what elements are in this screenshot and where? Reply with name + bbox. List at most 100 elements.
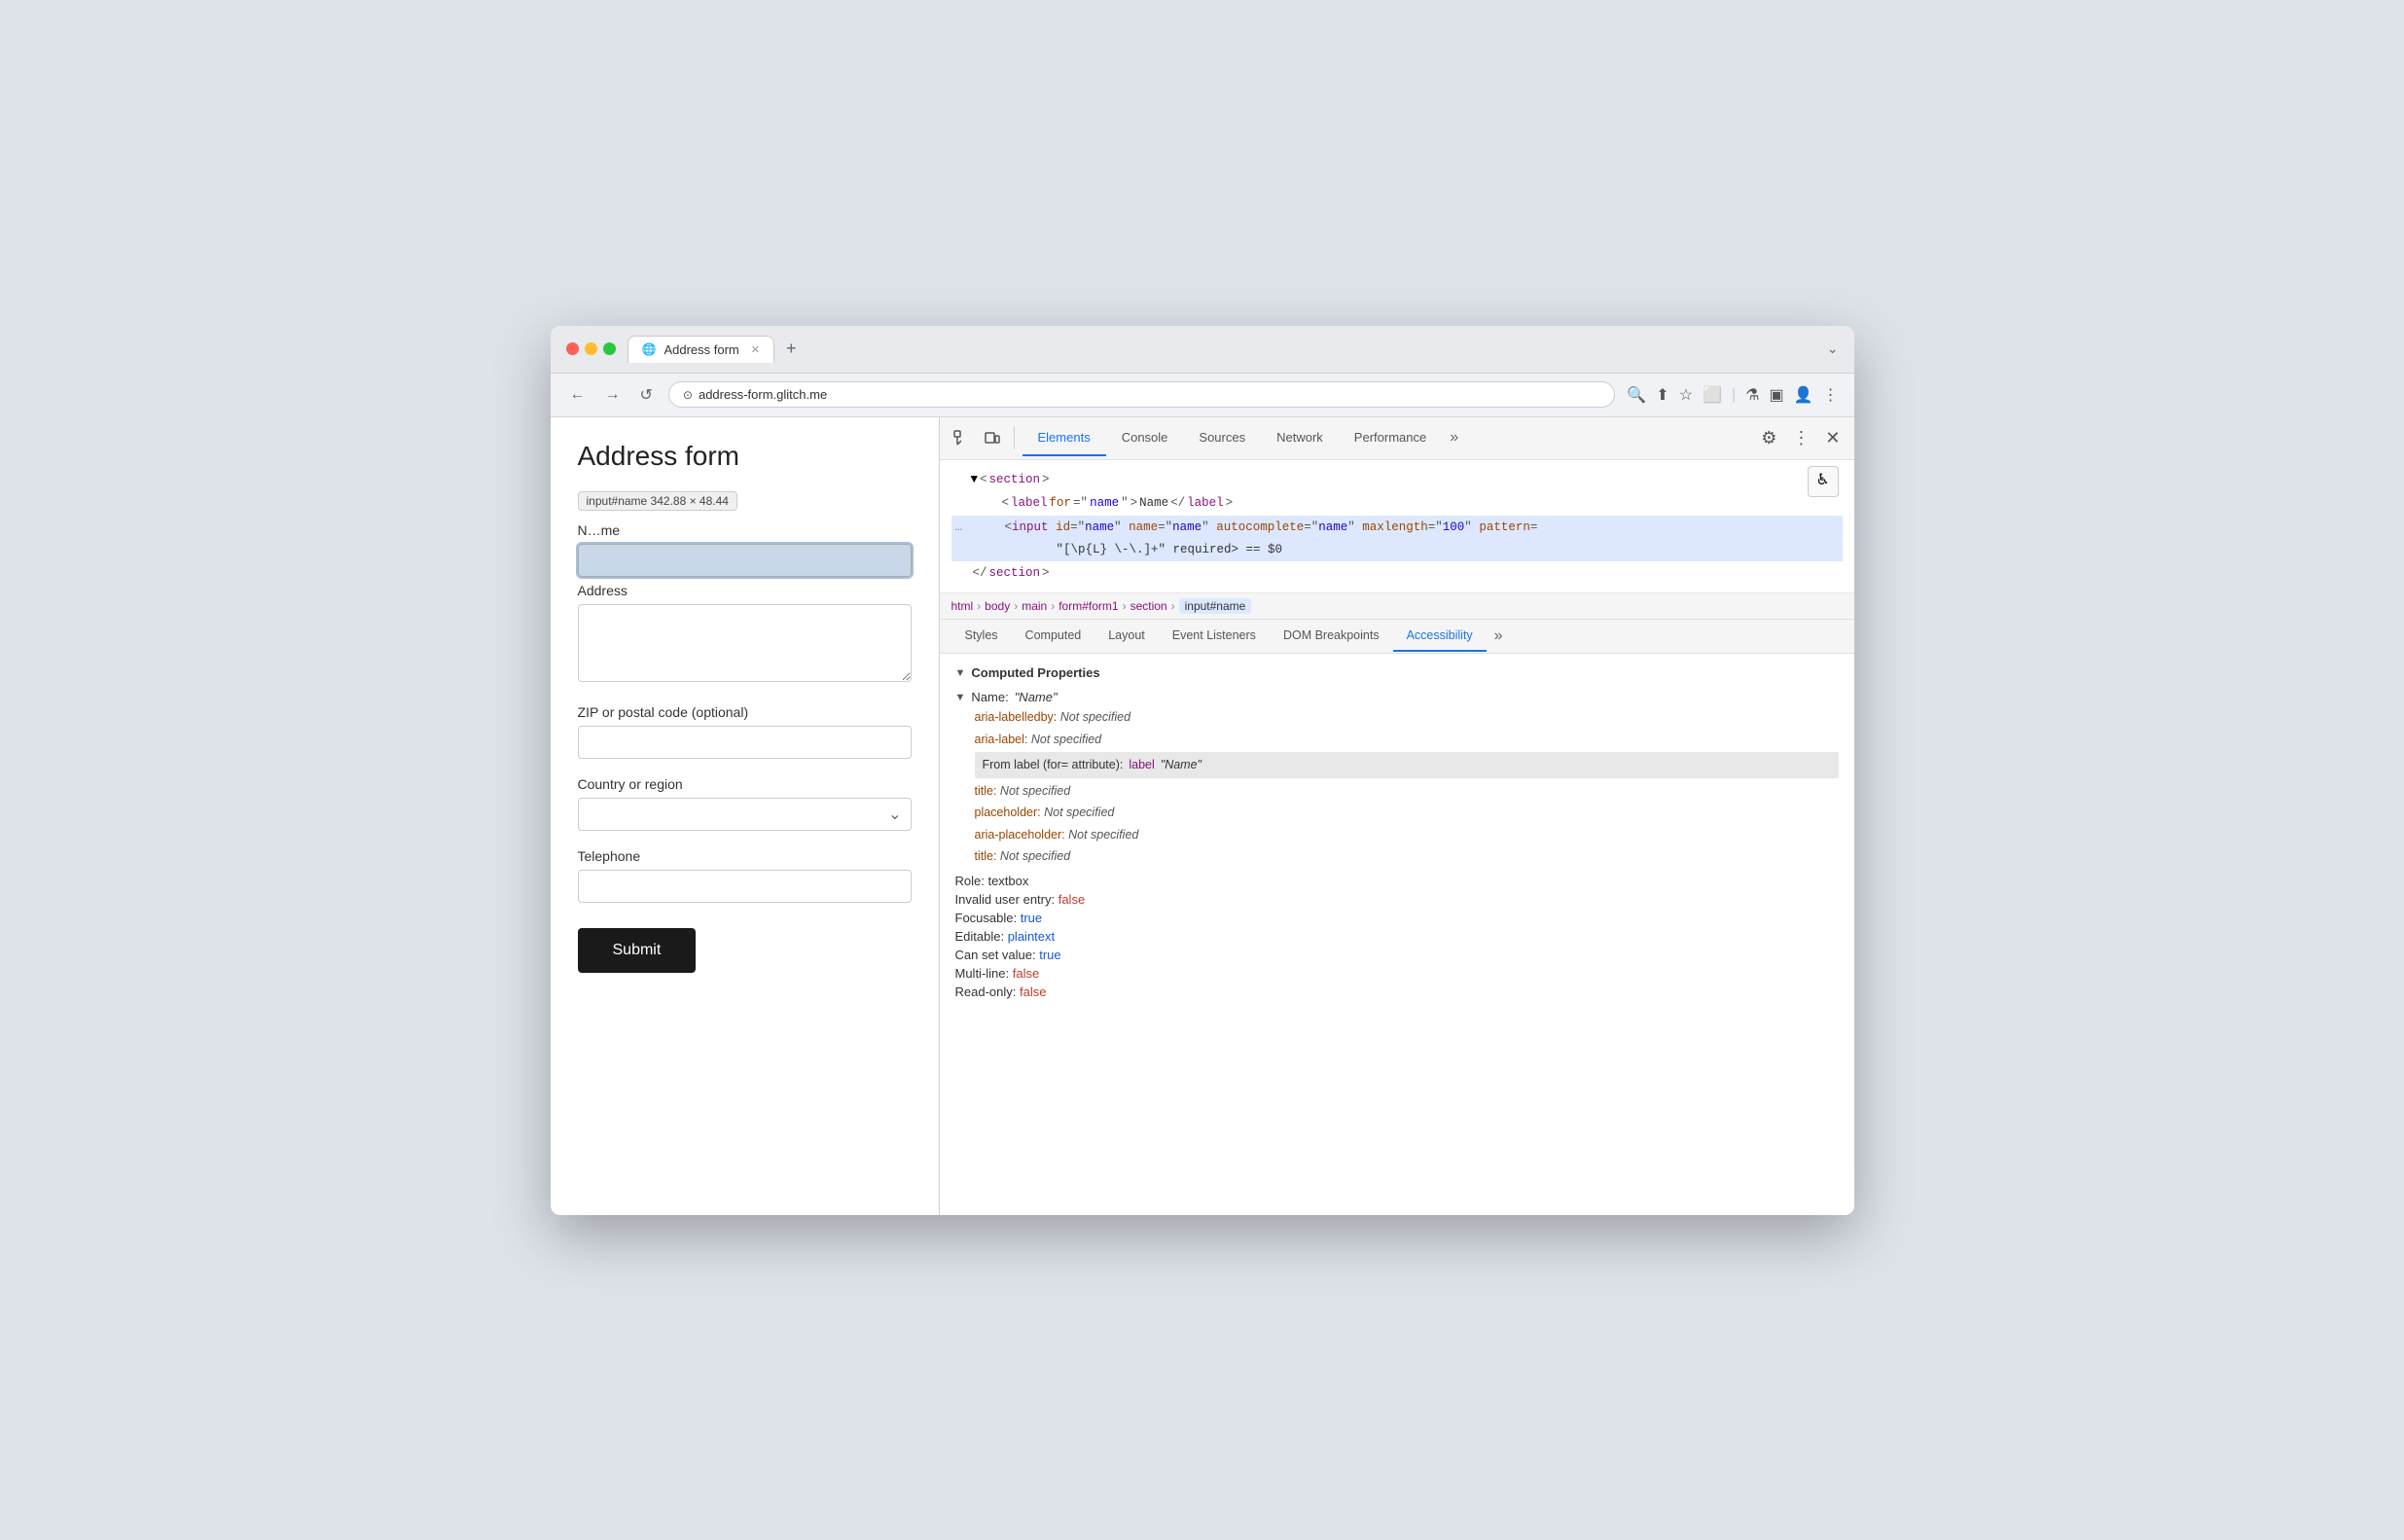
name-label: N…me	[578, 522, 912, 538]
role-value: textbox	[987, 874, 1028, 888]
breadcrumb-section[interactable]: section	[1130, 599, 1167, 613]
name-value: "Name"	[1015, 690, 1058, 704]
breadcrumb-form[interactable]: form#form1	[1058, 599, 1118, 613]
multiline-value: false	[1013, 966, 1039, 981]
submit-button[interactable]: Submit	[578, 928, 697, 973]
name-section: input#name 342.88 × 48.44 N…me	[578, 491, 912, 577]
elements-panel: ♿ ▼ <section> <label for="name">Name</la…	[940, 460, 1854, 594]
bookmark-icon[interactable]: ☆	[1679, 385, 1693, 405]
breadcrumb-body[interactable]: body	[985, 599, 1010, 613]
accessibility-panel: ▼ Computed Properties ▼ Name: "Name" ari…	[940, 654, 1854, 1215]
breadcrumb-bar: html › body › main › form#form1 › sectio…	[940, 593, 1854, 620]
expand-arrow-icon: ▼	[955, 667, 966, 679]
tab-event-listeners[interactable]: Event Listeners	[1159, 621, 1270, 652]
invalid-row: Invalid user entry: false	[955, 892, 1839, 907]
new-tab-button[interactable]: +	[778, 339, 805, 359]
multiline-row: Multi-line: false	[955, 966, 1839, 981]
tab-sources[interactable]: Sources	[1183, 420, 1261, 456]
computed-props-header[interactable]: ▼ Computed Properties	[955, 665, 1839, 680]
forward-button[interactable]: →	[601, 382, 625, 408]
tab-favicon-icon: 🌐	[642, 342, 657, 356]
profiles-icon[interactable]: ▣	[1769, 385, 1783, 405]
tab-elements[interactable]: Elements	[1023, 420, 1106, 456]
tree-input-highlighted[interactable]: … <input id="name" name="name" autocompl…	[951, 516, 1843, 540]
url-text: address-form.glitch.me	[699, 387, 1600, 402]
aria-labelledby-row: aria-labelledby: Not specified	[975, 706, 1839, 729]
tree-section-open[interactable]: ▼ <section>	[951, 468, 1843, 492]
country-label: Country or region	[578, 776, 912, 792]
url-bar[interactable]: ⊙ address-form.glitch.me	[668, 381, 1615, 408]
devtools-settings-icon[interactable]: ⚙	[1755, 424, 1782, 452]
webpage-pane: Address form input#name 342.88 × 48.44 N…	[551, 417, 940, 1215]
computed-props-title: Computed Properties	[971, 665, 1099, 680]
focusable-value: true	[1021, 911, 1042, 925]
title-bar: 🌐 Address form ✕ + ⌄	[551, 326, 1854, 374]
placeholder-row: placeholder: Not specified	[975, 802, 1839, 824]
role-row: Role: textbox	[955, 874, 1839, 888]
telephone-input[interactable]	[578, 870, 912, 903]
telephone-label: Telephone	[578, 848, 912, 864]
can-set-value: true	[1039, 948, 1060, 962]
country-select[interactable]	[578, 798, 912, 831]
zip-label: ZIP or postal code (optional)	[578, 704, 912, 720]
page-title: Address form	[578, 441, 912, 472]
refresh-button[interactable]: ↺	[636, 381, 657, 409]
country-group: Country or region ⌄	[578, 776, 912, 831]
aria-placeholder-row: aria-placeholder: Not specified	[975, 824, 1839, 846]
tab-console[interactable]: Console	[1106, 420, 1184, 456]
breadcrumb-main[interactable]: main	[1022, 599, 1047, 613]
back-button[interactable]: ←	[566, 382, 590, 408]
devtools-more-icon[interactable]: ⋮	[1786, 424, 1815, 452]
tooltip-badge: input#name 342.88 × 48.44	[578, 491, 737, 511]
address-bar: ← → ↺ ⊙ address-form.glitch.me 🔍 ⬆ ☆ ⬜ |…	[551, 374, 1854, 417]
device-toggle-icon[interactable]	[979, 424, 1006, 451]
address-input[interactable]	[578, 604, 912, 682]
tab-dom-breakpoints[interactable]: DOM Breakpoints	[1270, 621, 1393, 652]
bottom-tabs: Styles Computed Layout Event Listeners D…	[940, 620, 1854, 654]
devtools-icon[interactable]: ⚗	[1745, 385, 1759, 405]
zip-input[interactable]	[578, 726, 912, 759]
user-icon[interactable]: 👤	[1794, 385, 1813, 405]
tab-layout[interactable]: Layout	[1094, 621, 1159, 652]
name-prop-row[interactable]: ▼ Name: "Name"	[955, 690, 1839, 704]
devtools-tabs: Elements Console Sources Network Perform…	[1023, 420, 1752, 456]
search-icon[interactable]: 🔍	[1627, 385, 1646, 405]
name-input[interactable]	[578, 544, 912, 577]
tree-label[interactable]: <label for="name">Name</label>	[951, 491, 1843, 516]
share-icon[interactable]: ⬆	[1656, 385, 1668, 405]
breadcrumb-html[interactable]: html	[951, 599, 974, 613]
more-tabs-icon[interactable]: »	[1442, 429, 1466, 447]
toolbar-actions: 🔍 ⬆ ☆ ⬜ | ⚗ ▣ 👤 ⋮	[1627, 385, 1838, 405]
close-button[interactable]	[566, 342, 579, 355]
tab-expand-icon[interactable]: ⌄	[1827, 340, 1839, 357]
from-label-text: From label (for= attribute):	[983, 754, 1124, 776]
traffic-lights	[566, 342, 616, 355]
tab-close-icon[interactable]: ✕	[751, 343, 760, 356]
main-area: Address form input#name 342.88 × 48.44 N…	[551, 417, 1854, 1215]
secure-icon: ⊙	[683, 388, 693, 402]
name-key: Name:	[971, 690, 1008, 704]
tab-accessibility[interactable]: Accessibility	[1393, 621, 1487, 652]
menu-icon[interactable]: ⋮	[1823, 385, 1839, 405]
invalid-value: false	[1058, 892, 1085, 907]
tab-computed[interactable]: Computed	[1012, 621, 1095, 652]
tab-performance[interactable]: Performance	[1339, 420, 1442, 456]
editable-row: Editable: plaintext	[955, 929, 1839, 944]
breadcrumb-input[interactable]: input#name	[1179, 598, 1252, 614]
active-tab[interactable]: 🌐 Address form ✕	[628, 336, 774, 363]
tab-styles[interactable]: Styles	[951, 621, 1012, 652]
address-label: Address	[578, 583, 912, 598]
focusable-row: Focusable: true	[955, 911, 1839, 925]
tree-section-close: </section>	[951, 561, 1843, 586]
element-picker-icon[interactable]	[948, 424, 975, 451]
address-group: Address	[578, 583, 912, 687]
aria-label-row: aria-label: Not specified	[975, 729, 1839, 751]
devtools-close-icon[interactable]: ✕	[1819, 424, 1846, 452]
minimize-button[interactable]	[585, 342, 597, 355]
more-bottom-tabs-icon[interactable]: »	[1487, 620, 1511, 653]
maximize-button[interactable]	[603, 342, 616, 355]
tab-network[interactable]: Network	[1261, 420, 1339, 456]
accessibility-icon[interactable]: ♿	[1808, 466, 1839, 497]
name-expand-icon: ▼	[955, 692, 966, 703]
extensions-icon[interactable]: ⬜	[1703, 385, 1722, 405]
